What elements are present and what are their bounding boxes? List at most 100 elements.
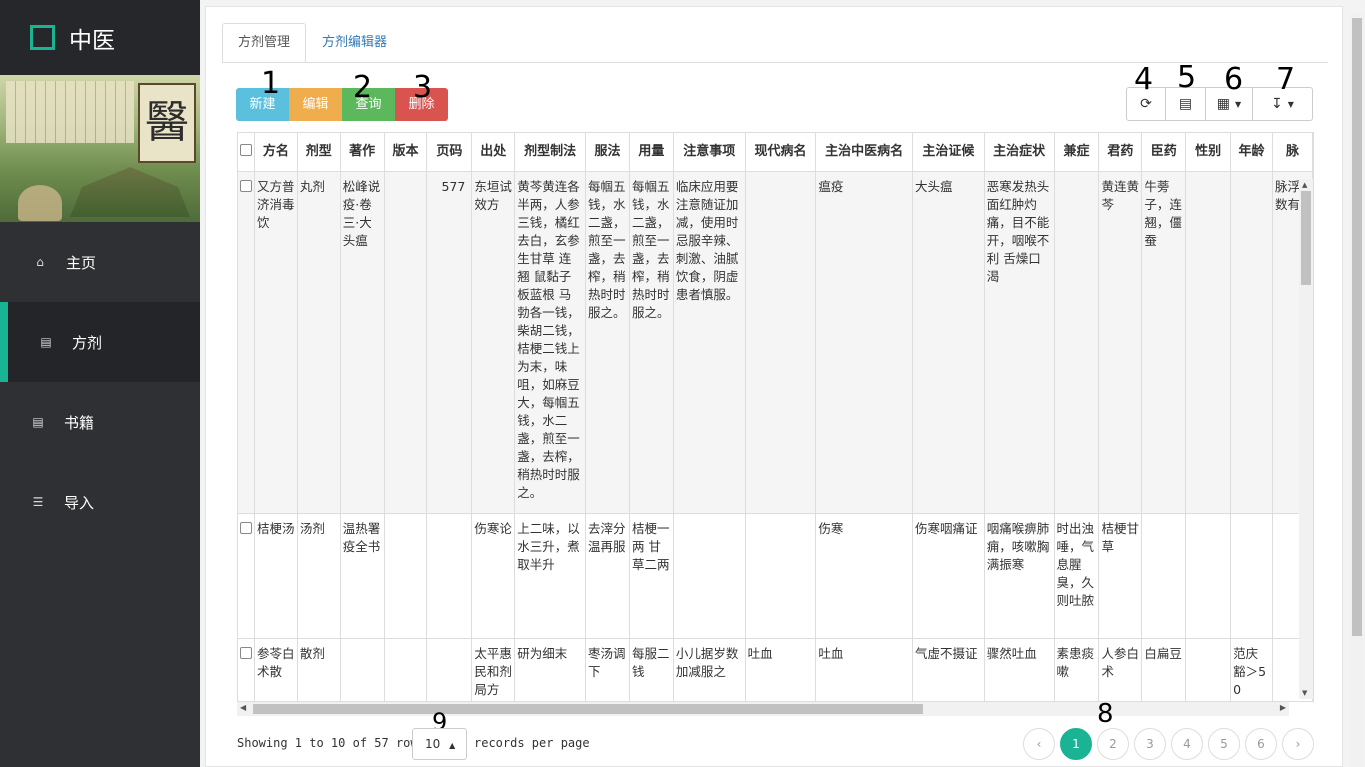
column-header[interactable]: 主治中医病名 xyxy=(815,133,913,172)
table-cell xyxy=(745,171,817,514)
column-header[interactable]: 著作 xyxy=(340,133,385,172)
table-row[interactable]: 又方普济消毒饮 丸剂 松峰说疫·卷三·大头瘟 577 东垣试效方 黄芩黄连各半两，人参三钱… xyxy=(238,171,1313,514)
page-button[interactable]: 5 xyxy=(1208,728,1240,760)
table-cell: 牛蒡子，连翘，僵蚕 xyxy=(1141,171,1187,514)
logo-square-icon xyxy=(30,25,55,50)
page-button[interactable]: 1 xyxy=(1060,728,1092,760)
scroll-thumb[interactable] xyxy=(253,704,923,714)
banner-seal: 醫 xyxy=(138,83,196,163)
sidebar-item-label: 方剂 xyxy=(72,333,103,352)
formula-table: 方名 剂型 著作 版本 页码 出处 剂型制法 服法 用量 注意事项 现代病名 主… xyxy=(238,133,1313,701)
sidebar-item-books[interactable]: ▤ 书籍 xyxy=(0,382,200,462)
sidebar-item-formulas[interactable]: ▤ 方剂 xyxy=(0,302,200,382)
table-cell: 温热署疫全书 xyxy=(340,513,385,639)
table-row[interactable]: 参苓白术散 散剂 太平惠民和剂局方 研为细末 枣汤调下 每服二钱 小儿据岁数加减服之 吐血 吐血… xyxy=(238,638,1313,701)
column-header[interactable]: 用量 xyxy=(629,133,674,172)
column-header[interactable]: 方名 xyxy=(254,133,298,172)
prev-page-button[interactable]: ‹ xyxy=(1023,728,1055,760)
page-button[interactable]: 6 xyxy=(1245,728,1277,760)
tab-formula-management[interactable]: 方剂管理 xyxy=(222,23,307,63)
sidebar-item-label: 书籍 xyxy=(64,413,95,432)
records-per-page-text: records per page xyxy=(474,736,590,750)
row-checkbox[interactable] xyxy=(238,171,255,514)
column-header[interactable]: 剂型制法 xyxy=(514,133,587,172)
tab-divider xyxy=(222,62,1328,63)
column-header[interactable]: 出处 xyxy=(471,133,516,172)
annotation-label: 2 xyxy=(353,70,373,105)
table-cell xyxy=(384,513,428,639)
page-button[interactable]: 2 xyxy=(1097,728,1129,760)
page-scrollbar[interactable] xyxy=(1350,14,1364,767)
table-cell: 参苓白术散 xyxy=(254,638,298,701)
caret-up-icon: ▲ xyxy=(449,741,456,750)
table-cell xyxy=(426,638,473,701)
table-cell: 人参白术 xyxy=(1098,638,1143,701)
scroll-down-icon[interactable]: ▼ xyxy=(1302,689,1307,697)
sidebar-item-import[interactable]: ☰ 导入 xyxy=(0,462,200,542)
column-header[interactable]: 页码 xyxy=(426,133,473,172)
table-cell: 桔梗汤 xyxy=(254,513,298,639)
page-size-value: 10 xyxy=(425,737,441,751)
table-cell: 吐血 xyxy=(815,638,913,701)
table-cell: 松峰说疫·卷三·大头瘟 xyxy=(340,171,385,514)
column-header[interactable]: 脉 xyxy=(1272,133,1313,172)
scroll-thumb[interactable] xyxy=(1352,18,1362,636)
column-header[interactable]: 君药 xyxy=(1098,133,1143,172)
sidebar-item-home[interactable]: ⌂ 主页 xyxy=(0,222,200,302)
table-cell: 范庆豁＞50 xyxy=(1230,638,1273,701)
page-button[interactable]: 4 xyxy=(1171,728,1203,760)
table-cell: 桔梗一两 甘草二两 xyxy=(629,513,674,639)
table-cell xyxy=(745,513,817,639)
table-horizontal-scrollbar[interactable]: ◀ ▶ xyxy=(237,702,1289,716)
table-cell: 黄芩黄连各半两，人参三钱，橘红去白，玄参生甘草 连翘 鼠黏子板蓝根 马勃各一钱，… xyxy=(514,171,587,514)
edit-button[interactable]: 编辑 xyxy=(289,88,342,121)
brand[interactable]: 中医 xyxy=(0,0,200,75)
column-header[interactable]: 兼症 xyxy=(1054,133,1100,172)
table-cell: 又方普济消毒饮 xyxy=(254,171,298,514)
table-vertical-scrollbar[interactable]: ▲ ▼ xyxy=(1299,179,1313,699)
row-checkbox[interactable] xyxy=(238,638,255,701)
table-cell: 东垣试效方 xyxy=(471,171,516,514)
column-header[interactable]: 性别 xyxy=(1185,133,1232,172)
table-cell: 577 xyxy=(426,171,473,514)
export-icon: ↧ xyxy=(1271,96,1283,112)
refresh-icon: ⟳ xyxy=(1140,96,1152,112)
annotation-label: 1 xyxy=(261,66,281,101)
scroll-right-icon[interactable]: ▶ xyxy=(1280,703,1286,712)
table-cell: 咽痛喉痹肺痈，咳嗽胸满振寒 xyxy=(984,513,1055,639)
scroll-up-icon[interactable]: ▲ xyxy=(1302,181,1307,189)
column-header[interactable]: 主治症状 xyxy=(984,133,1055,172)
next-page-button[interactable]: › xyxy=(1282,728,1314,760)
table-cell xyxy=(384,171,428,514)
column-header[interactable]: 主治证候 xyxy=(912,133,985,172)
table-row[interactable]: 桔梗汤 汤剂 温热署疫全书 伤寒论 上二味，以水三升，煮取半升 去滓分温再服 桔梗一两 甘草… xyxy=(238,513,1313,639)
page-button[interactable]: 3 xyxy=(1134,728,1166,760)
page-size-select[interactable]: 10 ▲ xyxy=(412,728,467,760)
table-cell xyxy=(384,638,428,701)
tab-bar: 方剂管理 方剂编辑器 xyxy=(222,23,403,63)
annotation-label: 7 xyxy=(1276,62,1296,97)
figure-illustration xyxy=(18,185,62,221)
table-cell: 伤寒咽痛证 xyxy=(912,513,985,639)
row-checkbox[interactable] xyxy=(238,513,255,639)
column-header[interactable]: 剂型 xyxy=(297,133,341,172)
annotation-label: 3 xyxy=(413,70,433,105)
content-panel: 方剂管理 方剂编辑器 新建 编辑 查询 删除 ⟳ ▤ ▦ ▼ ↧ ▼ 1 2 3 4… xyxy=(205,6,1343,767)
column-header[interactable]: 服法 xyxy=(585,133,630,172)
table-cell xyxy=(1185,513,1232,639)
table-cell: 恶寒发热头面红肿灼痛，目不能开，咽喉不利 舌燥口渴 xyxy=(984,171,1055,514)
table-cell: 临床应用要注意随证加减，使用时忌服辛辣、刺激、油腻饮食，阴虚患者慎服。 xyxy=(673,171,746,514)
column-header[interactable]: 臣药 xyxy=(1141,133,1187,172)
home-icon: ⌂ xyxy=(36,255,44,269)
table-cell: 伤寒 xyxy=(815,513,913,639)
scroll-left-icon[interactable]: ◀ xyxy=(240,703,246,712)
tab-formula-editor[interactable]: 方剂编辑器 xyxy=(306,23,403,63)
column-header[interactable]: 注意事项 xyxy=(673,133,746,172)
pavilion-illustration xyxy=(70,167,190,217)
select-all-checkbox[interactable] xyxy=(238,133,255,172)
scroll-thumb[interactable] xyxy=(1301,191,1311,285)
chevron-down-icon: ▼ xyxy=(1235,99,1242,109)
column-header[interactable]: 版本 xyxy=(384,133,428,172)
column-header[interactable]: 年龄 xyxy=(1230,133,1273,172)
column-header[interactable]: 现代病名 xyxy=(745,133,817,172)
